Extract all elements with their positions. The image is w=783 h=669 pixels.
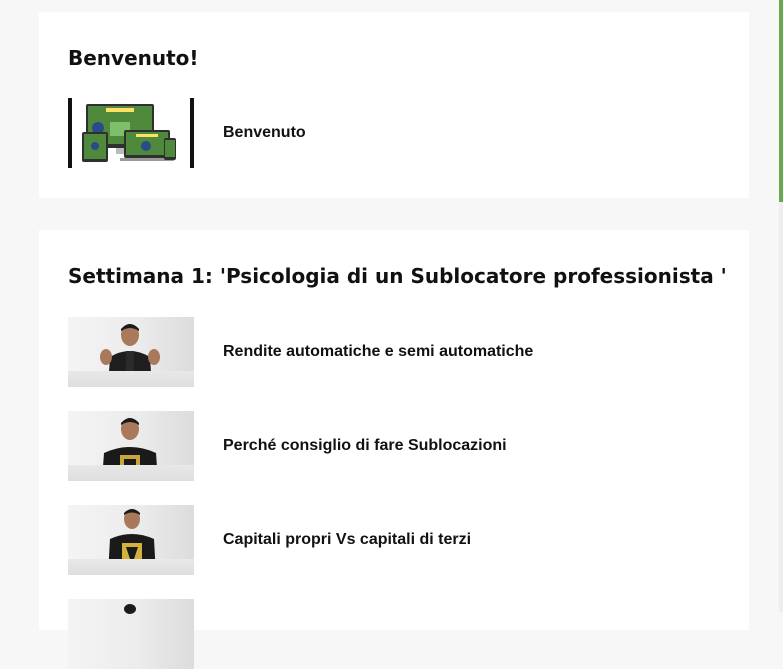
lesson-title[interactable]: Rendite automatiche e semi automatiche bbox=[223, 343, 533, 361]
lesson-thumbnail[interactable] bbox=[68, 317, 194, 387]
lesson-benvenuto[interactable]: Benvenuto bbox=[68, 98, 728, 168]
scroll-thumb[interactable] bbox=[779, 0, 783, 202]
presenter-video-thumbnail bbox=[124, 604, 136, 614]
lesson-thumbnail[interactable] bbox=[68, 98, 194, 168]
lesson-title[interactable]: Benvenuto bbox=[223, 124, 306, 142]
lesson-thumbnail[interactable] bbox=[68, 505, 194, 575]
lesson-thumbnail[interactable] bbox=[68, 411, 194, 481]
scroll-indicator[interactable] bbox=[779, 0, 783, 612]
thumbnail-floor bbox=[68, 559, 194, 575]
lesson-thumbnail[interactable] bbox=[68, 599, 194, 669]
lesson-item[interactable]: Capitali propri Vs capitali di terzi bbox=[68, 505, 728, 575]
section-title-welcome: Benvenuto! bbox=[68, 46, 199, 70]
lesson-item[interactable]: Perché consiglio di fare Sublocazioni bbox=[68, 411, 728, 481]
thumbnail-frame-left bbox=[68, 98, 72, 168]
lesson-title[interactable]: Capitali propri Vs capitali di terzi bbox=[223, 531, 471, 549]
thumbnail-floor bbox=[68, 371, 194, 387]
section-title-week1: Settimana 1: 'Psicologia di un Sublocato… bbox=[68, 264, 727, 288]
devices-mockup-image bbox=[82, 104, 176, 162]
welcome-section: Benvenuto! Benvenuto bbox=[39, 12, 749, 198]
week1-section: Settimana 1: 'Psicologia di un Sublocato… bbox=[39, 230, 749, 669]
lesson-item[interactable] bbox=[68, 599, 728, 669]
thumbnail-frame-right bbox=[190, 98, 194, 168]
thumbnail-floor bbox=[68, 465, 194, 481]
lesson-item[interactable]: Rendite automatiche e semi automatiche bbox=[68, 317, 728, 387]
lesson-title[interactable]: Perché consiglio di fare Sublocazioni bbox=[223, 437, 507, 455]
